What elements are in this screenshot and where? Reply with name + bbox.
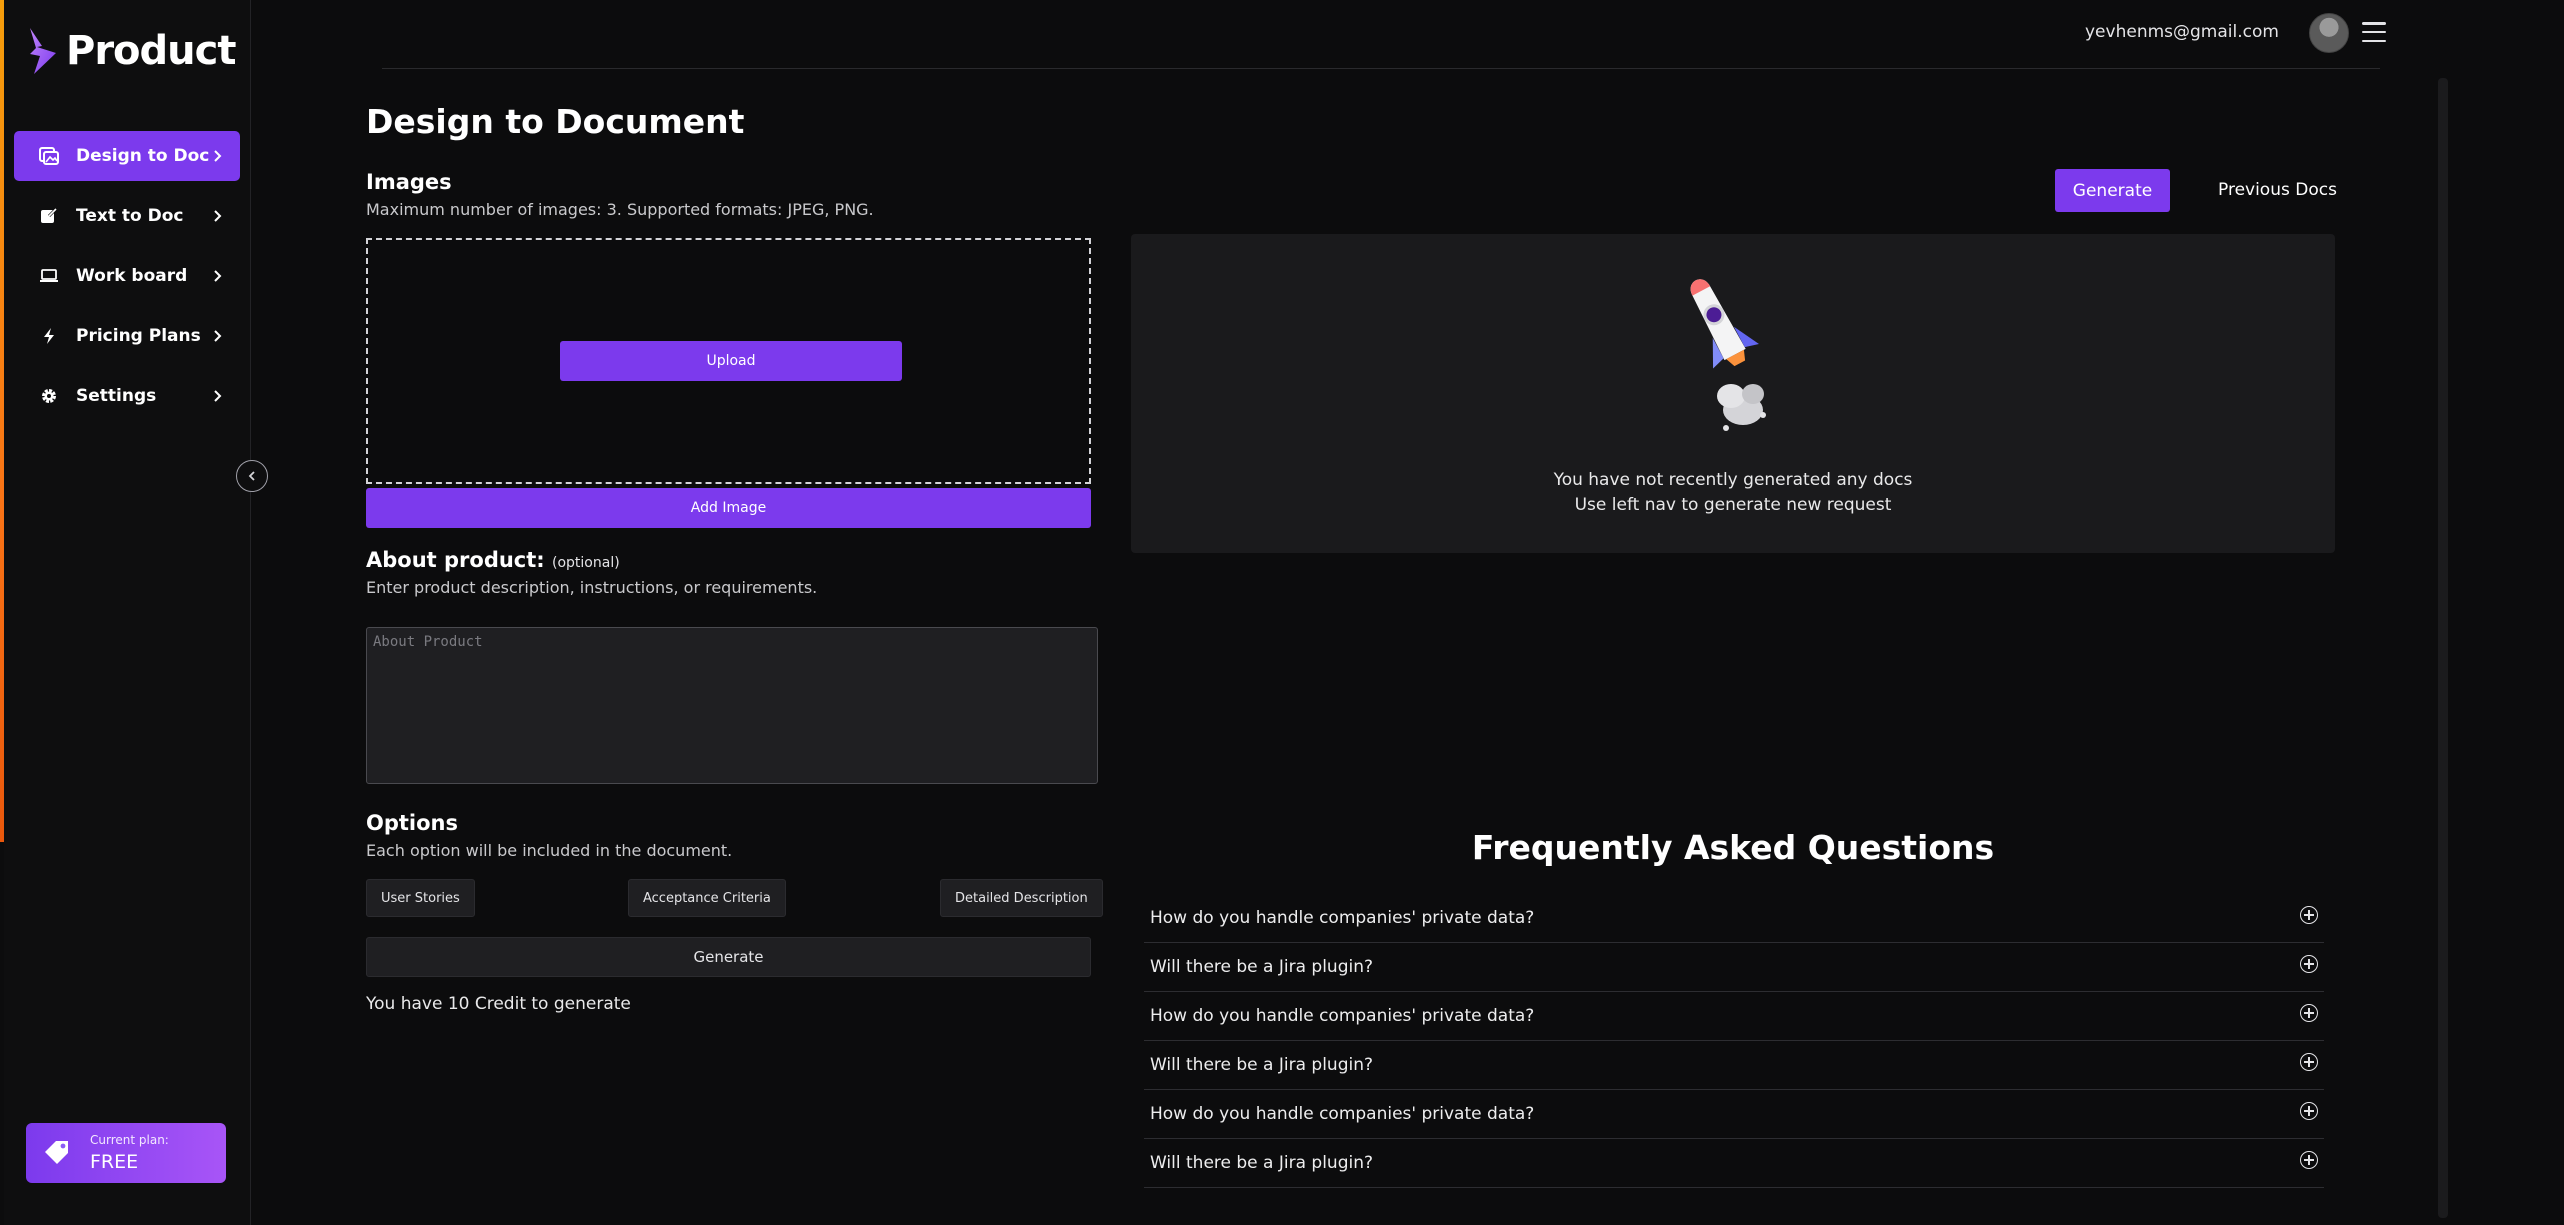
optional-label: (optional) — [552, 555, 620, 571]
bolt-icon — [38, 325, 60, 347]
recent-docs-panel: You have not recently generated any docs… — [1131, 234, 2335, 553]
empty-state-line-2: Use left nav to generate new request — [1574, 495, 1892, 515]
plus-circle-icon[interactable] — [2300, 1151, 2318, 1169]
faq-item[interactable]: Will there be a Jira plugin? — [1144, 943, 2324, 992]
generate-button[interactable]: Generate — [366, 937, 1091, 977]
plus-circle-icon[interactable] — [2300, 1053, 2318, 1071]
plan-value: FREE — [90, 1151, 139, 1173]
sidebar-item-text-to-doc[interactable]: Text to Doc — [14, 191, 240, 241]
faq-item[interactable]: Will there be a Jira plugin? — [1144, 1139, 2324, 1188]
bolt-logo-icon — [30, 28, 56, 74]
faq-question: Will there be a Jira plugin? — [1150, 1055, 1374, 1075]
chevron-right-icon — [214, 270, 222, 282]
tag-icon — [45, 1141, 68, 1164]
plus-circle-icon[interactable] — [2300, 1004, 2318, 1022]
image-doc-icon — [38, 145, 60, 167]
faq-question: How do you handle companies' private dat… — [1150, 1104, 1535, 1124]
about-subtitle: Enter product description, instructions,… — [366, 578, 818, 597]
faq-list: How do you handle companies' private dat… — [1144, 894, 2324, 1188]
sidebar-item-label: Text to Doc — [76, 206, 184, 226]
previous-docs-link[interactable]: Previous Docs — [2218, 180, 2337, 200]
sidebar: Product Design to Doc Text to Doc Work b… — [4, 0, 268, 1225]
images-title: Images — [366, 170, 452, 194]
faq-question: How do you handle companies' private dat… — [1150, 908, 1535, 928]
rocket-icon — [1690, 279, 1766, 431]
generate-top-button[interactable]: Generate — [2055, 169, 2170, 212]
faq-item[interactable]: Will there be a Jira plugin? — [1144, 1041, 2324, 1090]
page-title: Design to Document — [366, 102, 745, 141]
sidebar-item-label: Pricing Plans — [76, 326, 201, 346]
about-title: About product: (optional) — [366, 548, 620, 572]
option-detailed-description[interactable]: Detailed Description — [940, 879, 1103, 917]
option-user-stories[interactable]: User Stories — [366, 879, 475, 917]
sidebar-item-label: Work board — [76, 266, 188, 286]
plus-circle-icon[interactable] — [2300, 1102, 2318, 1120]
faq-item[interactable]: How do you handle companies' private dat… — [1144, 1090, 2324, 1139]
options-title: Options — [366, 811, 458, 835]
faq-title: Frequently Asked Questions — [1471, 828, 1995, 867]
gear-icon — [38, 385, 60, 407]
sidebar-item-pricing-plans[interactable]: Pricing Plans — [14, 311, 240, 361]
sidebar-item-design-to-doc[interactable]: Design to Doc — [14, 131, 240, 181]
edit-doc-icon — [38, 205, 60, 227]
chevron-left-icon — [248, 471, 255, 481]
plus-circle-icon[interactable] — [2300, 955, 2318, 973]
scrollbar[interactable] — [2438, 78, 2448, 1218]
laptop-icon — [38, 265, 60, 287]
about-product-input[interactable] — [366, 627, 1098, 784]
add-image-button[interactable]: Add Image — [366, 488, 1091, 528]
upload-button[interactable]: Upload — [560, 341, 902, 381]
avatar[interactable] — [2309, 13, 2349, 53]
sidebar-item-label: Settings — [76, 386, 157, 406]
hamburger-menu-icon[interactable] — [2362, 22, 2386, 42]
header-divider — [382, 68, 2380, 69]
about-title-text: About product: — [366, 548, 545, 572]
empty-state-line-1: You have not recently generated any docs — [1553, 470, 1913, 490]
sidebar-item-settings[interactable]: Settings — [14, 371, 240, 421]
chevron-right-icon — [214, 150, 222, 162]
sidebar-item-work-board[interactable]: Work board — [14, 251, 240, 301]
current-plan-card[interactable]: Current plan: FREE — [26, 1123, 226, 1183]
upload-dropzone[interactable]: Upload — [366, 238, 1091, 484]
faq-question: Will there be a Jira plugin? — [1150, 957, 1374, 977]
faq-question: How do you handle companies' private dat… — [1150, 1006, 1535, 1026]
images-subtitle: Maximum number of images: 3. Supported f… — [366, 200, 874, 219]
sidebar-collapse-button[interactable] — [236, 460, 268, 492]
plan-label: Current plan: — [90, 1133, 169, 1147]
faq-item[interactable]: How do you handle companies' private dat… — [1144, 992, 2324, 1041]
sidebar-item-label: Design to Doc — [76, 146, 210, 166]
chevron-right-icon — [214, 210, 222, 222]
chevron-right-icon — [214, 330, 222, 342]
chevron-right-icon — [214, 390, 222, 402]
option-acceptance-criteria[interactable]: Acceptance Criteria — [628, 879, 786, 917]
options-subtitle: Each option will be included in the docu… — [366, 841, 733, 860]
credits-text: You have 10 Credit to generate — [366, 994, 631, 1014]
brand-name: Product — [66, 28, 236, 74]
plus-circle-icon[interactable] — [2300, 906, 2318, 924]
user-email[interactable]: yevhenms@gmail.com — [2085, 22, 2279, 42]
sidebar-nav: Design to Doc Text to Doc Work board Pri… — [14, 131, 240, 431]
faq-question: Will there be a Jira plugin? — [1150, 1153, 1374, 1173]
logo[interactable]: Product — [26, 26, 236, 76]
faq-item[interactable]: How do you handle companies' private dat… — [1144, 894, 2324, 943]
